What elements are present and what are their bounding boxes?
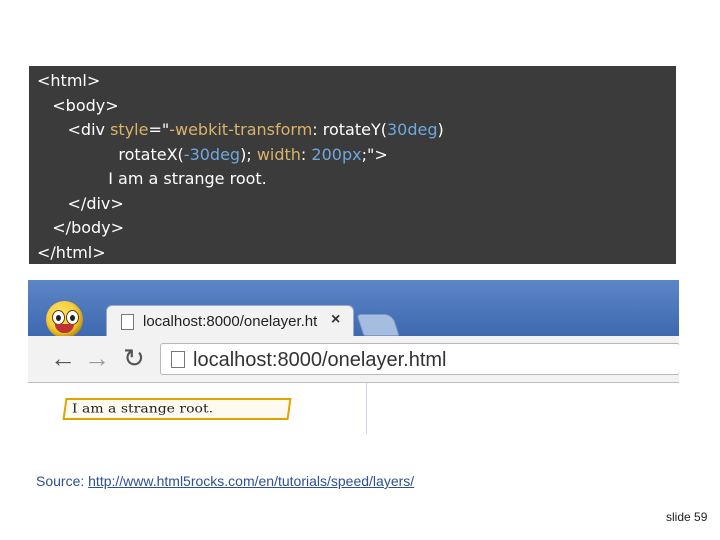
new-tab-button[interactable] (356, 314, 400, 336)
strange-root-text: I am a strange root. (72, 402, 214, 416)
address-bar[interactable]: localhost:8000/onelayer.html (160, 343, 679, 375)
page-icon (171, 351, 185, 368)
code-line-6: </div> (67, 193, 124, 213)
source-label: Source: (36, 473, 85, 489)
browser-screenshot: localhost:8000/onelayer.ht × ← → ↻ local… (28, 280, 679, 434)
page-icon (121, 314, 134, 330)
code-snippet: <html> <body> <div style="-webkit-transf… (29, 66, 676, 264)
code-line-8: </html> (37, 242, 106, 262)
divider (366, 383, 367, 434)
browser-title-bar: localhost:8000/onelayer.ht × (28, 280, 679, 338)
code-line-3: <div style="-webkit-transform: rotateY(3… (67, 120, 444, 139)
code-line-2: <body> (52, 95, 119, 115)
transformed-div: I am a strange root. (62, 398, 292, 420)
code-line-5: I am a strange root. (108, 169, 267, 188)
code-line-1: <html> (37, 71, 101, 90)
code-line-4: rotateX(-30deg); width: 200px;"> (118, 144, 388, 164)
page-content: I am a strange root. (28, 383, 679, 434)
tab-title: localhost:8000/onelayer.ht (143, 313, 318, 330)
browser-toolbar: ← → ↻ localhost:8000/onelayer.html (28, 336, 679, 383)
browser-tab[interactable]: localhost:8000/onelayer.ht × (106, 305, 354, 336)
code-line-7: </body> (52, 218, 125, 237)
source-citation: Source: http://www.html5rocks.com/en/tut… (36, 473, 414, 489)
slide-number: slide 59 (666, 510, 708, 524)
url-text: localhost:8000/onelayer.html (193, 349, 447, 371)
close-tab-icon[interactable]: × (331, 311, 340, 329)
reload-icon[interactable]: ↻ (123, 345, 145, 371)
smiley-mascot-icon (46, 301, 83, 338)
forward-arrow-icon[interactable]: → (84, 345, 110, 371)
back-arrow-icon[interactable]: ← (50, 345, 76, 371)
source-link[interactable]: http://www.html5rocks.com/en/tutorials/s… (88, 473, 414, 489)
